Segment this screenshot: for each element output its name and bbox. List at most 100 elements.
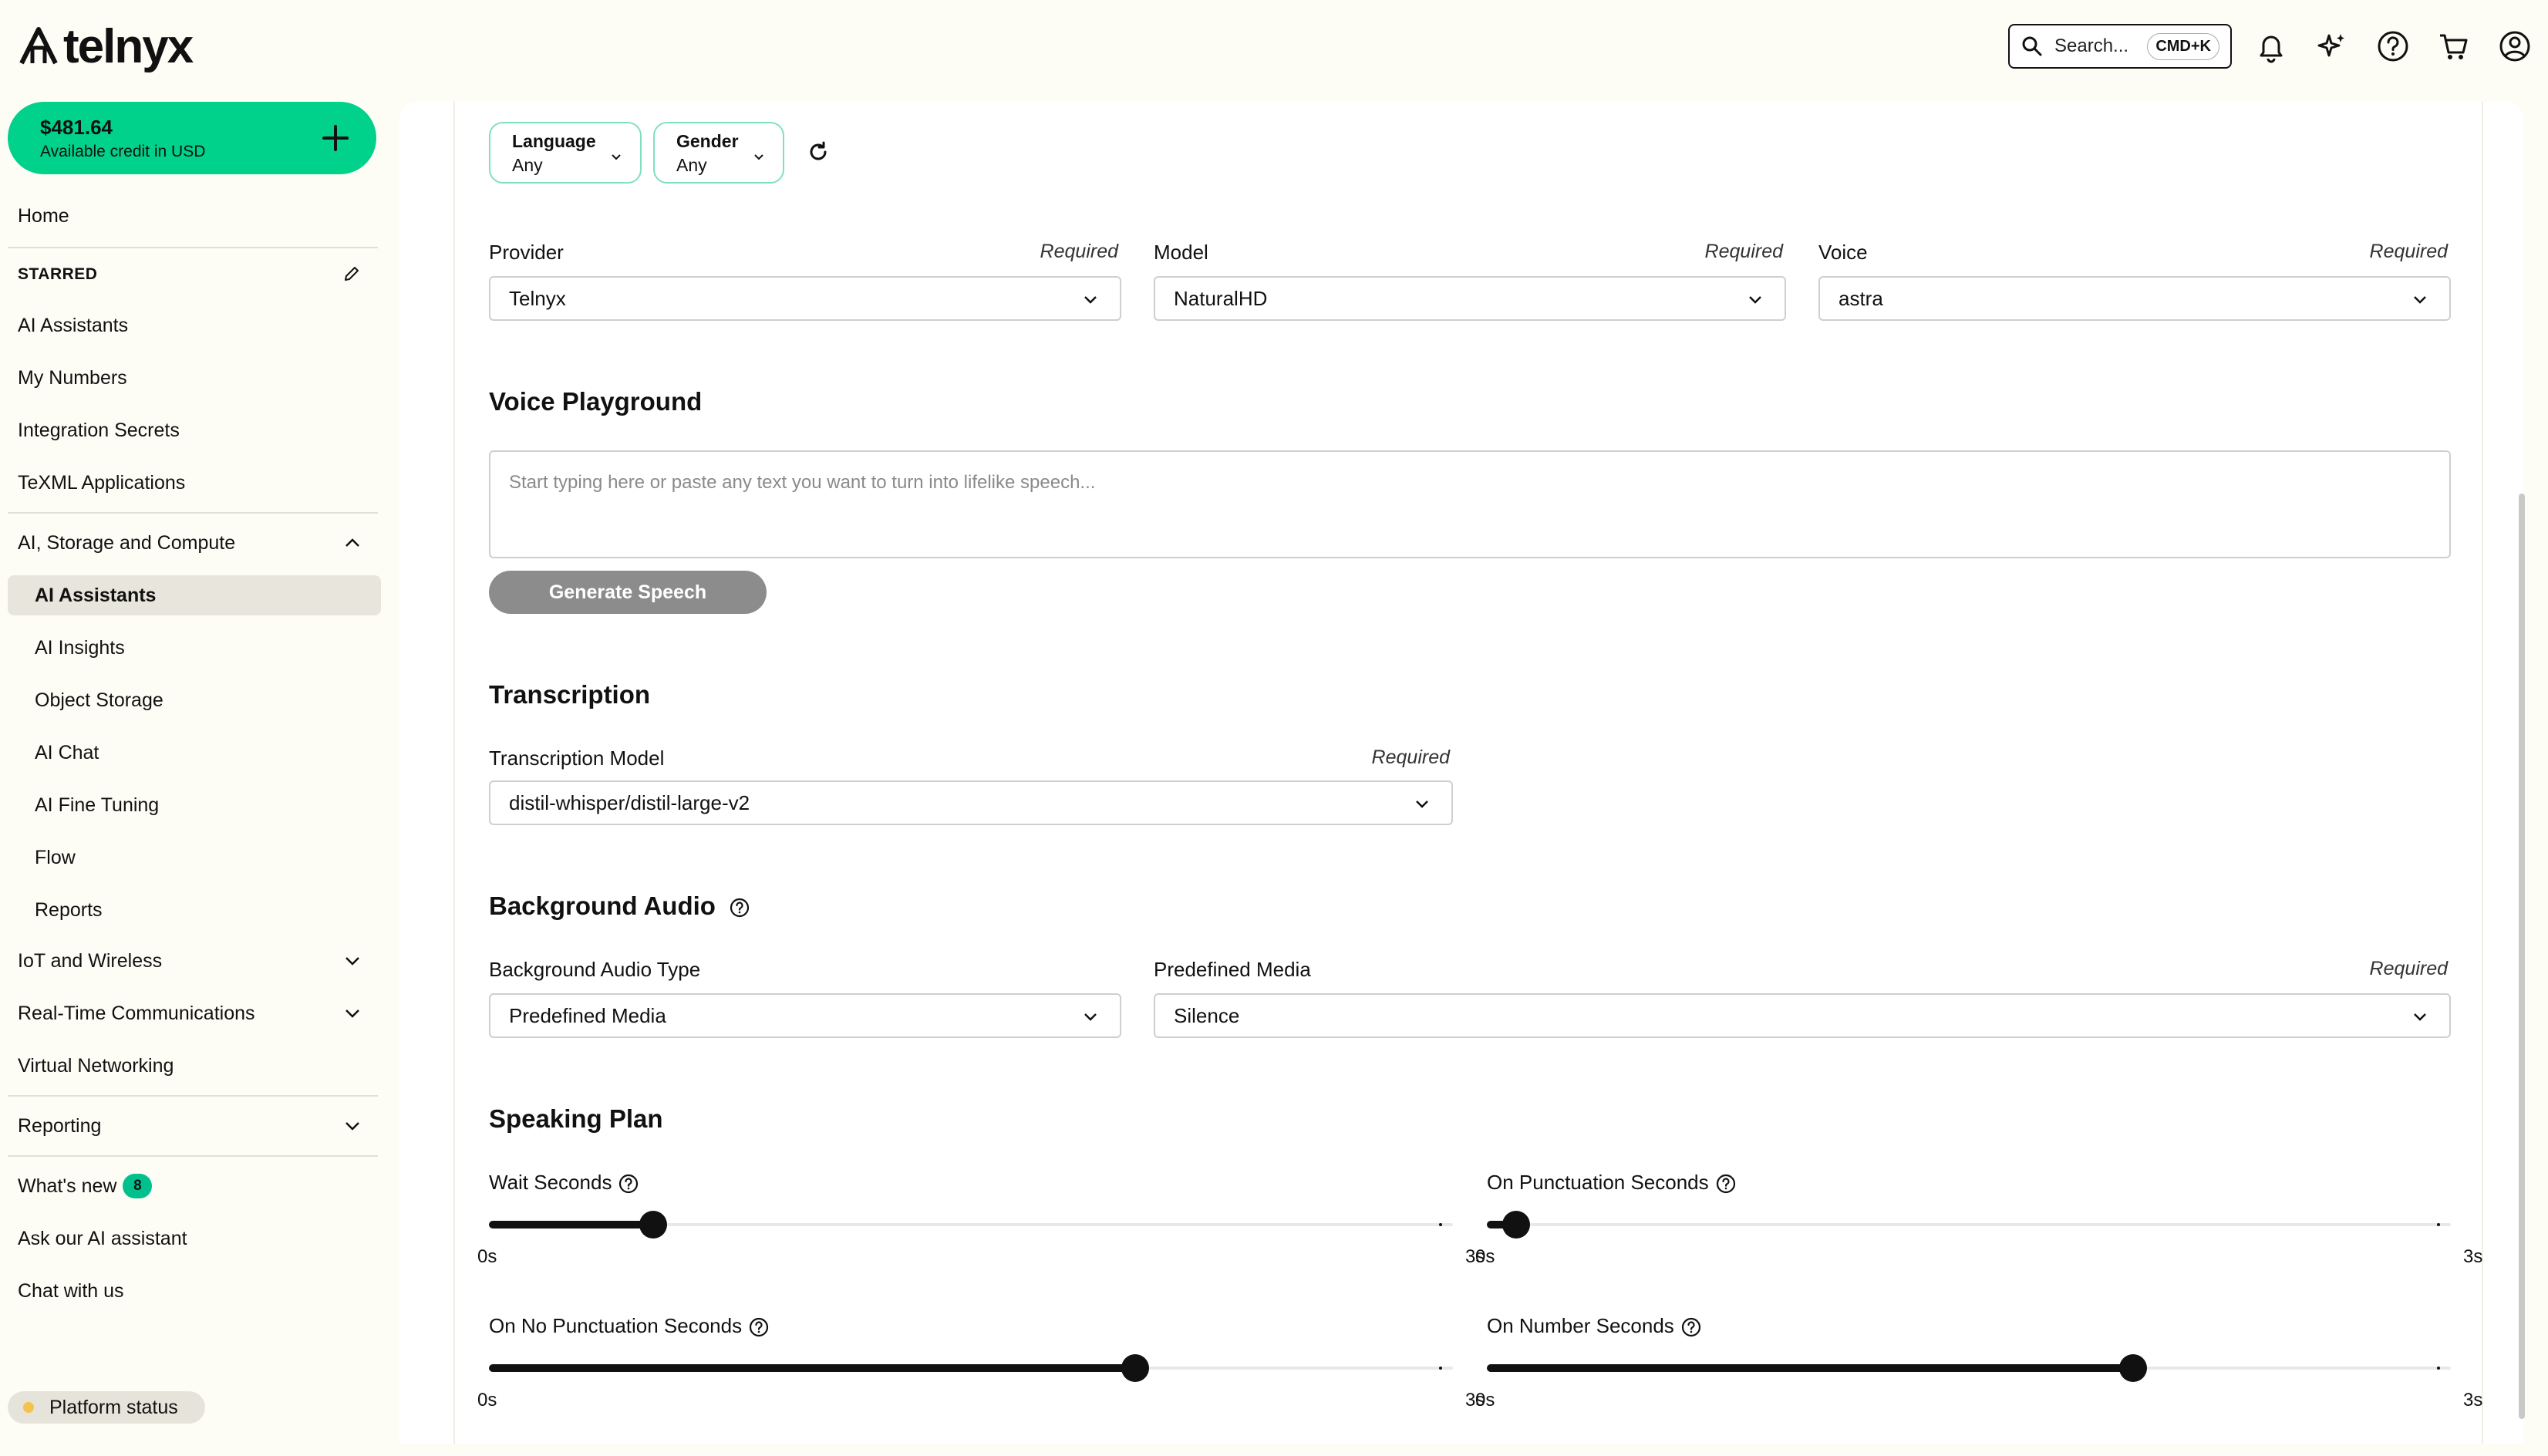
on-no-punctuation-seconds-label: On No Punctuation Seconds [489,1314,770,1338]
background-audio-type-label: Background Audio Type [489,958,701,981]
sidebar-group-ai-storage-compute[interactable]: AI, Storage and Compute [0,523,386,563]
platform-status-button[interactable]: Platform status [8,1391,205,1424]
help-circle-icon[interactable] [618,1173,639,1195]
platform-status-label: Platform status [49,1396,178,1418]
speech-text-input[interactable]: Start typing here or paste any text you … [489,450,2451,558]
sidebar-item-my-numbers[interactable]: My Numbers [0,358,386,398]
help-circle-icon[interactable] [1715,1173,1737,1195]
voice-select[interactable]: astra [1818,276,2451,321]
sidebar-item-virtual-networking[interactable]: Virtual Networking [0,1046,386,1086]
slider-end-marker [2437,1367,2440,1370]
language-filter-title: Language [512,131,596,151]
slider-end-marker [1439,1223,1442,1226]
language-filter[interactable]: Language Any [489,122,642,184]
help-circle-icon[interactable] [1680,1316,1702,1338]
add-credit-icon[interactable] [315,117,356,159]
sidebar-item-home[interactable]: Home [0,196,386,236]
scrollbar-thumb[interactable] [2519,494,2525,1419]
sidebar-item-ai-chat[interactable]: AI Chat [0,733,386,773]
slider-thumb[interactable] [1502,1211,1530,1239]
generate-speech-button[interactable]: Generate Speech [489,571,767,614]
sidebar-item-ai-insights[interactable]: AI Insights [0,628,386,668]
sidebar-group-label: IoT and Wireless [18,949,163,972]
sidebar-item-integration-secrets[interactable]: Integration Secrets [0,410,386,450]
sidebar-group-iot-wireless[interactable]: IoT and Wireless [0,941,386,981]
sidebar-item-ask-ai-assistant[interactable]: Ask our AI assistant [0,1218,386,1259]
model-select[interactable]: NaturalHD [1154,276,1786,321]
sidebar-item-starred-ai-assistants[interactable]: AI Assistants [0,305,386,345]
sidebar-item-reports[interactable]: Reports [0,890,386,930]
transcription-model-label: Transcription Model [489,747,665,770]
content-border-right [2482,102,2483,1444]
slider-thumb[interactable] [2118,1354,2147,1382]
sidebar-group-reporting[interactable]: Reporting [0,1106,386,1146]
slider-min: 0s [477,1246,497,1267]
speaking-plan-title: Speaking Plan [489,1104,663,1133]
chevron-down-icon [1084,1013,1097,1021]
background-audio-heading: Background Audio [489,891,750,921]
search-icon [2022,36,2042,56]
status-dot [23,1402,34,1413]
model-label: Model [1154,241,1208,264]
sparkle-icon[interactable] [2315,29,2349,63]
starred-section-title: STARRED [18,265,98,283]
on-number-seconds-label: On Number Seconds [1487,1314,1702,1338]
user-account-icon[interactable] [2498,29,2532,63]
slider-thumb[interactable] [639,1211,667,1239]
help-circle-icon[interactable] [748,1316,770,1338]
provider-value: Telnyx [509,286,566,310]
sidebar-group-label: Reporting [18,1114,102,1137]
sidebar-group-real-time-communications[interactable]: Real-Time Communications [0,993,386,1033]
background-audio-type-select[interactable]: Predefined Media [489,993,1121,1038]
voice-playground-title: Voice Playground [489,387,703,416]
voice-label: Voice [1818,241,1868,264]
sidebar-item-ai-fine-tuning[interactable]: AI Fine Tuning [0,785,386,825]
sidebar-item-chat-with-us[interactable]: Chat with us [0,1271,386,1311]
sidebar-item-texml-applications[interactable]: TeXML Applications [0,463,386,503]
gender-filter-value: Any [676,155,707,175]
wait-seconds-label: Wait Seconds [489,1171,639,1195]
sidebar-item-object-storage[interactable]: Object Storage [0,680,386,720]
slider-fill [489,1221,653,1228]
sidebar-item-flow[interactable]: Flow [0,838,386,878]
help-icon[interactable] [2376,29,2410,63]
chevron-down-icon [345,1009,359,1018]
chevron-down-icon [1749,296,1761,304]
telnyx-logo[interactable]: telnyx [17,20,194,73]
gender-filter[interactable]: Gender Any [653,122,784,184]
slider-min: 0s [477,1390,497,1410]
slider-track[interactable] [1487,1223,2451,1226]
sidebar-divider [8,247,378,248]
bell-icon[interactable] [2254,29,2288,63]
search-shortcut: CMD+K [2147,32,2219,60]
predefined-media-label: Predefined Media [1154,958,1311,981]
background-audio-title: Background Audio [489,891,716,920]
predefined-media-value: Silence [1174,1003,1240,1027]
slider-thumb[interactable] [1121,1354,1149,1382]
cart-icon[interactable] [2437,29,2471,63]
sidebar-item-ai-assistants[interactable]: AI Assistants [8,575,381,615]
predefined-media-required: Required [2369,958,2448,979]
sidebar-item-whats-new[interactable]: What's new 8 [0,1166,386,1206]
credit-balance-card[interactable]: $481.64 Available credit in USD [8,102,376,174]
provider-select[interactable]: Telnyx [489,276,1121,321]
sidebar-divider [8,1095,378,1097]
predefined-media-select[interactable]: Silence [1154,993,2451,1038]
whats-new-badge: 8 [123,1174,153,1198]
slider-max: 3s [2463,1246,2483,1267]
provider-label: Provider [489,241,564,264]
model-value: NaturalHD [1174,286,1268,310]
content-border-left [453,102,455,1444]
help-circle-icon[interactable] [729,897,750,918]
search-box[interactable]: Search... CMD+K [2008,24,2232,69]
voice-value: astra [1839,286,1883,310]
refresh-icon[interactable] [805,139,831,165]
chevron-up-icon [345,538,359,547]
transcription-model-select[interactable]: distil-whisper/distil-large-v2 [489,780,1453,825]
top-bar: telnyx Search... CMD+K [0,0,2548,93]
chevron-down-icon [1416,800,1428,808]
edit-pencil-icon[interactable] [342,265,361,283]
gender-filter-title: Gender [676,131,739,151]
model-required: Required [1704,241,1783,262]
chevron-down-icon [2414,296,2426,304]
